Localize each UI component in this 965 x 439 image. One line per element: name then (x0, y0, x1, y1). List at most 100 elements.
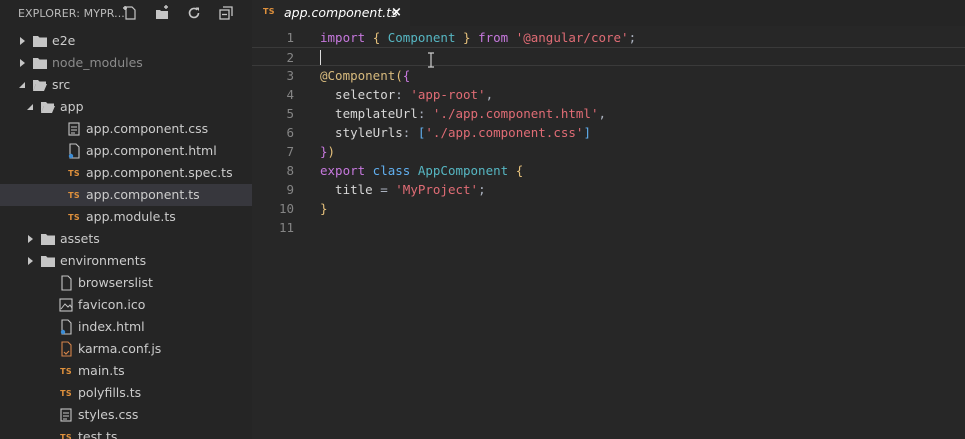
code-text: title = 'MyProject'; (320, 182, 486, 197)
new-file-icon[interactable] (122, 5, 138, 21)
tree-item[interactable]: app (0, 96, 252, 118)
typescript-file-icon: TS (68, 168, 80, 178)
line-number: 7 (286, 144, 294, 159)
tree-item-label: styles.css (78, 407, 139, 422)
css-file-icon (58, 407, 74, 423)
close-tab-button[interactable]: × (391, 5, 402, 20)
tree-item-label: assets (60, 231, 100, 246)
tree-item-label: src (52, 77, 71, 92)
folder-icon (32, 55, 48, 71)
explorer-header: EXPLORER: MYPR... (0, 0, 252, 26)
tree-item-label: favicon.ico (78, 297, 146, 312)
chevron-right-icon[interactable] (25, 234, 35, 244)
tree-item[interactable]: index.html (0, 316, 252, 338)
new-folder-icon[interactable] (154, 5, 170, 21)
tree-item-label: app.component.css (86, 121, 209, 136)
tab-app-component-ts[interactable]: TS app.component.ts × (252, 0, 410, 26)
chevron-right-icon[interactable] (25, 256, 35, 266)
code-line[interactable]: 2 (252, 47, 965, 66)
tree-item[interactable]: TS app.component.ts (0, 184, 252, 206)
tree-item[interactable]: app.component.css (0, 118, 252, 140)
code-text: styleUrls: ['./app.component.css'] (320, 125, 591, 140)
code-text: selector: 'app-root', (320, 87, 494, 102)
typescript-file-icon: TS (60, 432, 72, 439)
tree-item-label: environments (60, 253, 147, 268)
folder-icon (32, 33, 48, 49)
text-caret (320, 50, 321, 65)
tree-item-label: main.ts (78, 363, 125, 378)
folder-icon (40, 253, 56, 269)
tree-item-label: e2e (52, 33, 76, 48)
tree-item-label: browserslist (78, 275, 153, 290)
css-file-icon (66, 121, 82, 137)
tree-item[interactable]: app.component.html (0, 140, 252, 162)
code-line[interactable]: 7}) (252, 142, 965, 161)
tree-item[interactable]: styles.css (0, 404, 252, 426)
text-cursor-icon (428, 52, 434, 68)
typescript-file-icon: TS (60, 388, 72, 398)
line-number: 9 (286, 182, 294, 197)
tab-title: app.component.ts (284, 5, 398, 20)
folder-icon (40, 231, 56, 247)
code-line[interactable]: 1 import { Component } from '@angular/cor… (252, 28, 965, 47)
tree-item[interactable]: karma.conf.js (0, 338, 252, 360)
tree-item[interactable]: TS test.ts (0, 426, 252, 439)
code-line[interactable]: 11 (252, 218, 965, 237)
refresh-icon[interactable] (186, 5, 202, 21)
typescript-file-icon: TS (68, 212, 80, 222)
code-line[interactable]: 4 selector: 'app-root', (252, 85, 965, 104)
tree-item-label: polyfills.ts (78, 385, 142, 400)
tree-item[interactable]: browserslist (0, 272, 252, 294)
code-text: } (320, 201, 328, 216)
line-number: 5 (286, 106, 294, 121)
line-number: 8 (286, 163, 294, 178)
tree-item[interactable]: TS main.ts (0, 360, 252, 382)
chevron-down-icon[interactable] (17, 80, 27, 90)
code-line[interactable]: 10} (252, 199, 965, 218)
tree-item[interactable]: environments (0, 250, 252, 272)
collapse-all-icon[interactable] (218, 5, 234, 21)
code-line[interactable]: 3 @Component({ (252, 66, 965, 85)
tree-item[interactable]: TS polyfills.ts (0, 382, 252, 404)
chevron-right-icon[interactable] (17, 36, 27, 46)
tree-item[interactable]: favicon.ico (0, 294, 252, 316)
line-number: 3 (286, 68, 294, 83)
javascript-file-icon (58, 341, 74, 357)
line-number: 1 (286, 30, 294, 45)
image-file-icon (58, 297, 74, 313)
code-text: }) (320, 144, 336, 159)
explorer-sidebar: EXPLORER: MYPR... e2e node_modules src app a… (0, 0, 252, 439)
line-number: 11 (278, 220, 294, 235)
tree-item-label: node_modules (52, 55, 143, 70)
code-line[interactable]: 5 templateUrl: './app.component.html', (252, 104, 965, 123)
code-text: export class AppComponent { (320, 163, 524, 178)
typescript-file-icon: TS (60, 366, 72, 376)
explorer-title: EXPLORER: MYPR... (18, 6, 125, 20)
folder-open-icon (40, 99, 56, 115)
file-icon (58, 275, 74, 291)
line-number: 10 (278, 201, 294, 216)
tree-item[interactable]: assets (0, 228, 252, 250)
code-line[interactable]: 6 styleUrls: ['./app.component.css'] (252, 123, 965, 142)
tree-item[interactable]: TS app.component.spec.ts (0, 162, 252, 184)
tree-item[interactable]: src (0, 74, 252, 96)
tree-item[interactable]: TS app.module.ts (0, 206, 252, 228)
html-file-icon (66, 143, 82, 159)
tree-item-label: app.component.spec.ts (86, 165, 233, 180)
line-number: 4 (286, 87, 294, 102)
tree-item[interactable]: node_modules (0, 52, 252, 74)
tree-item-label: app.module.ts (86, 209, 176, 224)
chevron-right-icon[interactable] (17, 58, 27, 68)
tab-bar: TS app.component.ts × (252, 0, 965, 26)
line-number: 6 (286, 125, 294, 140)
tree-item-label: app (60, 99, 84, 114)
code-text: templateUrl: './app.component.html', (320, 106, 607, 121)
tree-item-label: index.html (78, 319, 145, 334)
code-line[interactable]: 9 title = 'MyProject'; (252, 180, 965, 199)
tree-item-label: test.ts (78, 429, 118, 439)
editor-area[interactable]: TS app.component.ts × 1 import { Componen… (252, 0, 965, 439)
chevron-down-icon[interactable] (25, 102, 35, 112)
code-text: import { Component } from '@angular/core… (320, 30, 637, 45)
tree-item[interactable]: e2e (0, 30, 252, 52)
code-line[interactable]: 8 export class AppComponent { (252, 161, 965, 180)
